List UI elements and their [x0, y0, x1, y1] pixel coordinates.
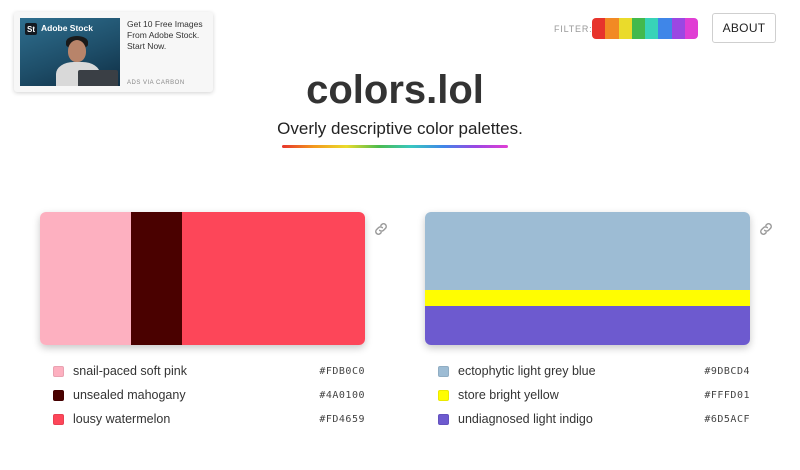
color-list: snail-paced soft pink #FDB0C0 unsealed mah… [40, 359, 365, 431]
color-dot [438, 413, 449, 425]
color-hex[interactable]: #4A0100 [319, 390, 365, 401]
list-item: undiagnosed light indigo #6D5ACF [438, 407, 750, 431]
color-name: unsealed mahogany [73, 388, 186, 402]
page-subtitle: Overly descriptive color palettes. [277, 119, 523, 138]
filter-color-7[interactable] [684, 18, 698, 39]
color-hex[interactable]: #FD4659 [319, 414, 365, 425]
filter-color-3[interactable] [631, 18, 645, 39]
list-item: unsealed mahogany #4A0100 [53, 383, 365, 407]
filter-color-5[interactable] [658, 18, 672, 39]
color-name: snail-paced soft pink [73, 364, 187, 378]
ad-brand-name: Adobe Stock [41, 23, 93, 33]
swatch-band [425, 290, 750, 306]
color-hex[interactable]: #FFFD01 [704, 390, 750, 401]
ad-text[interactable]: Get 10 Free Images From Adobe Stock. Sta… [127, 19, 211, 52]
about-button[interactable]: ABOUT [712, 13, 776, 43]
link-icon[interactable] [758, 221, 774, 237]
list-item: ectophytic light grey blue #9DBCD4 [438, 359, 750, 383]
list-item: lousy watermelon #FD4659 [53, 407, 365, 431]
filter-color-6[interactable] [671, 18, 685, 39]
color-name: ectophytic light grey blue [458, 364, 596, 378]
filter-color-bar[interactable] [592, 18, 698, 39]
palette-card: snail-paced soft pink #FDB0C0 unsealed mah… [40, 212, 400, 431]
color-dot [438, 365, 449, 377]
color-list: ectophytic light grey blue #9DBCD4 store b… [425, 359, 750, 431]
swatch-band [131, 212, 182, 345]
filter-color-1[interactable] [605, 18, 619, 39]
color-name: undiagnosed light indigo [458, 412, 593, 426]
color-dot [53, 365, 64, 377]
color-dot [53, 413, 64, 425]
swatch-band [425, 306, 750, 345]
filter-color-4[interactable] [645, 18, 659, 39]
palette-card: ectophytic light grey blue #9DBCD4 store b… [425, 212, 785, 431]
color-name: lousy watermelon [73, 412, 171, 426]
color-hex[interactable]: #9DBCD4 [704, 366, 750, 377]
filter-label: FILTER: [554, 24, 593, 34]
color-name: store bright yellow [458, 388, 559, 402]
palette-swatch[interactable] [425, 212, 750, 345]
color-dot [438, 389, 449, 401]
filter-color-0[interactable] [592, 18, 606, 39]
link-icon[interactable] [373, 221, 389, 237]
person-head [68, 40, 86, 62]
color-dot [53, 389, 64, 401]
swatch-band [40, 212, 131, 345]
page-title: colors.lol [306, 68, 484, 112]
swatch-band [182, 212, 365, 345]
color-hex[interactable]: #6D5ACF [704, 414, 750, 425]
adobe-stock-logo-icon: St [25, 23, 37, 35]
palette-swatch[interactable] [40, 212, 365, 345]
color-hex[interactable]: #FDB0C0 [319, 366, 365, 377]
list-item: store bright yellow #FFFD01 [438, 383, 750, 407]
filter-color-2[interactable] [618, 18, 632, 39]
rainbow-divider [282, 145, 508, 148]
list-item: snail-paced soft pink #FDB0C0 [53, 359, 365, 383]
swatch-band [425, 212, 750, 290]
